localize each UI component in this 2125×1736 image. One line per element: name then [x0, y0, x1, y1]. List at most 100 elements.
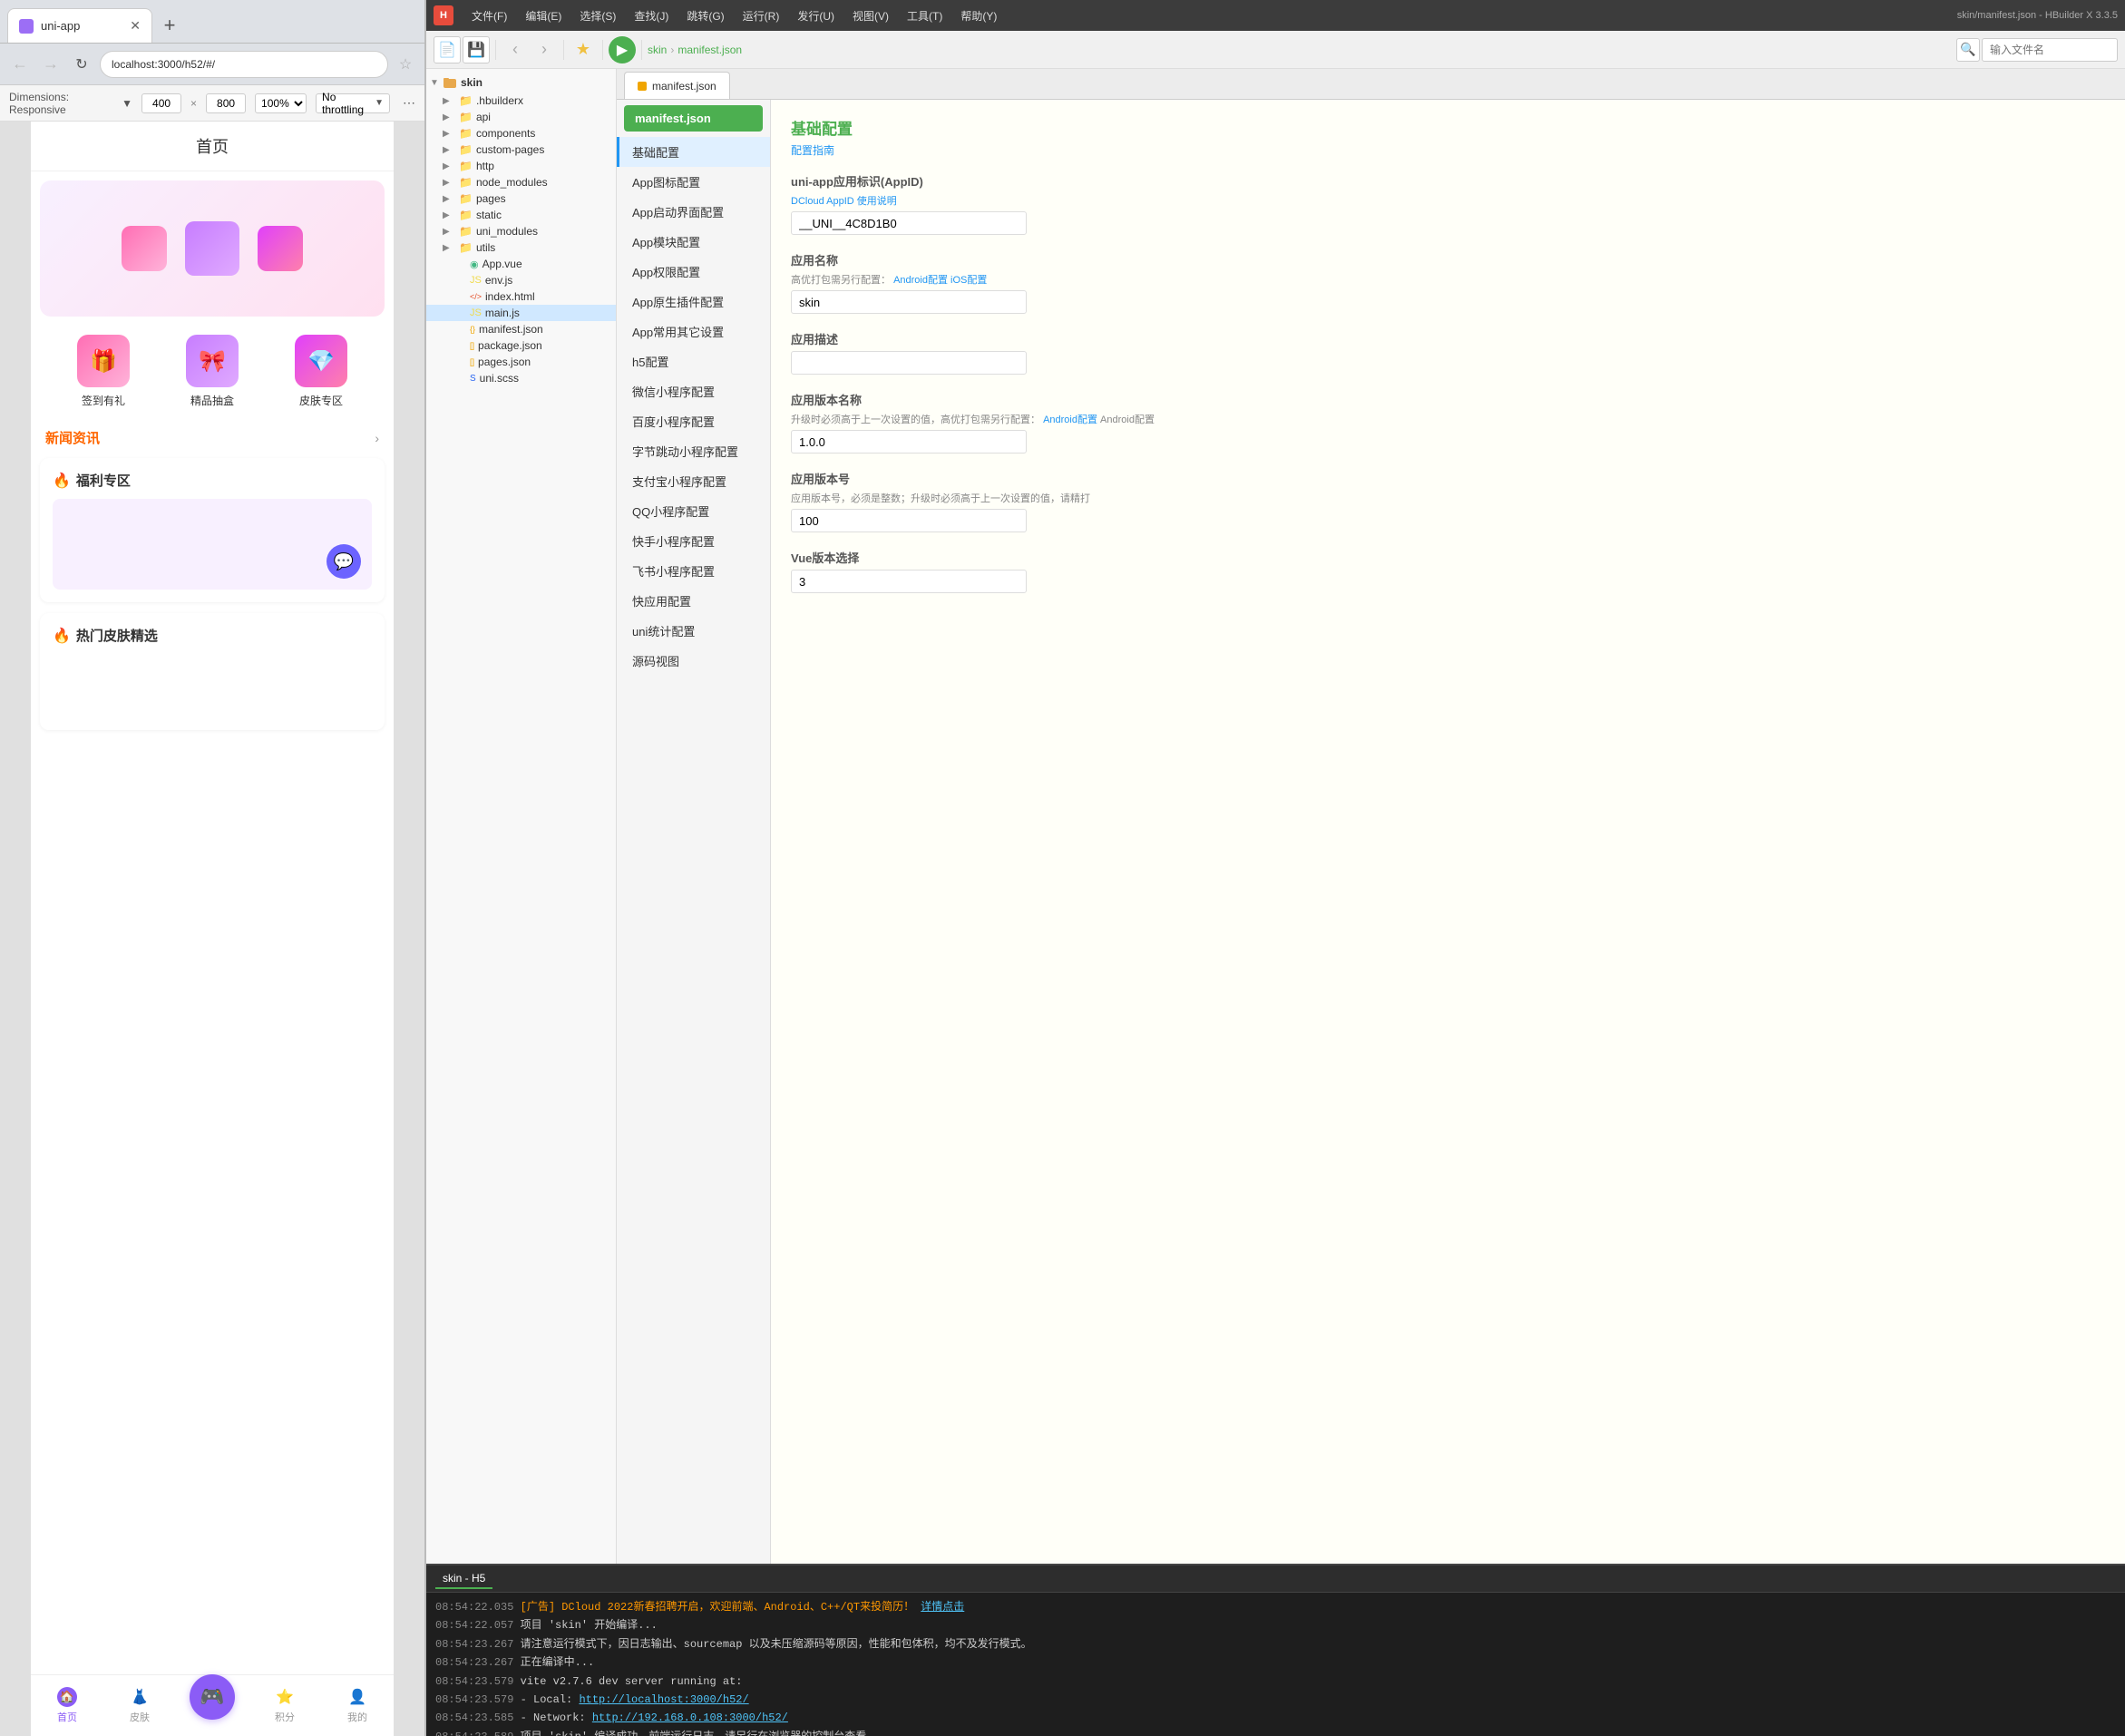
tree-item-uni-modules[interactable]: ▶ 📁 uni_modules: [426, 223, 616, 239]
manifest-nav-item-source[interactable]: 源码视图: [617, 646, 770, 676]
tree-item-node-modules[interactable]: ▶ 📁 node_modules: [426, 174, 616, 190]
reload-button[interactable]: ↻: [69, 52, 94, 77]
breadcrumb-root[interactable]: skin: [648, 44, 667, 56]
appname-android-link[interactable]: Android配置: [893, 275, 948, 286]
forward-button[interactable]: →: [38, 52, 63, 77]
height-input[interactable]: [206, 93, 246, 113]
float-button[interactable]: 💬: [327, 544, 361, 579]
manifest-nav-item-baidu[interactable]: 百度小程序配置: [617, 406, 770, 436]
manifest-nav-item-h5[interactable]: h5配置: [617, 346, 770, 376]
nav-center[interactable]: 🎮: [176, 1675, 249, 1736]
manifest-nav-item-kuaishou[interactable]: 快手小程序配置: [617, 526, 770, 556]
appid-link1[interactable]: DCloud AppID: [791, 196, 854, 207]
breadcrumb-file[interactable]: manifest.json: [677, 44, 742, 56]
app-scroll-area[interactable]: 🎁 签到有礼 🎀 精品抽盒 💎 皮肤专区: [31, 171, 394, 1736]
search-input[interactable]: [1982, 38, 2118, 62]
menu-item-find[interactable]: 查找(J): [625, 0, 677, 31]
manifest-nav-item-appsplash[interactable]: App启动界面配置: [617, 197, 770, 227]
tree-item-packagejson[interactable]: [] package.json: [426, 337, 616, 354]
appid-input[interactable]: [791, 211, 1027, 235]
icon-item-1[interactable]: 🎁 签到有礼: [77, 335, 130, 408]
news-arrow[interactable]: ›: [375, 431, 379, 445]
new-tab-button[interactable]: +: [156, 12, 183, 39]
menu-item-publish[interactable]: 发行(U): [788, 0, 843, 31]
tab-close-icon[interactable]: ✕: [130, 18, 141, 34]
manifest-nav-item-bytedance[interactable]: 字节跳动小程序配置: [617, 436, 770, 466]
appversionno-input[interactable]: [791, 509, 1027, 532]
manifest-nav-item-qq[interactable]: QQ小程序配置: [617, 496, 770, 526]
appid-link2[interactable]: 使用说明: [857, 196, 897, 207]
appname-input[interactable]: [791, 290, 1027, 314]
dimensions-dropdown-icon[interactable]: ▼: [122, 97, 132, 110]
star-button[interactable]: ☆: [394, 53, 417, 76]
tree-item-manifestjson[interactable]: {} manifest.json: [426, 321, 616, 337]
nav-home[interactable]: 🏠 首页: [31, 1675, 103, 1736]
menu-item-tools[interactable]: 工具(T): [898, 0, 951, 31]
icon-item-2[interactable]: 🎀 精品抽盒: [186, 335, 239, 408]
menu-item-help[interactable]: 帮助(Y): [951, 0, 1006, 31]
console-ad-link[interactable]: 详情点击: [921, 1601, 964, 1614]
tree-item-indexhtml[interactable]: </> index.html: [426, 288, 616, 305]
zoom-select[interactable]: 100% 75% 50%: [255, 93, 307, 113]
more-tools-icon[interactable]: ⋯: [403, 95, 415, 111]
manifest-nav-item-appnative[interactable]: App原生插件配置: [617, 287, 770, 317]
tree-item-pagesjson[interactable]: [] pages.json: [426, 354, 616, 370]
toolbar-btn-new[interactable]: 📄: [434, 36, 461, 63]
manifest-nav-item-feishu[interactable]: 飞书小程序配置: [617, 556, 770, 586]
tree-item-api[interactable]: ▶ 📁 api: [426, 109, 616, 125]
tree-root[interactable]: ▼ skin: [426, 73, 616, 93]
address-bar[interactable]: localhost:3000/h52/#/: [100, 51, 388, 78]
nav-skin[interactable]: 👗 皮肤: [103, 1675, 176, 1736]
toolbar-btn-save[interactable]: 💾: [463, 36, 490, 63]
tree-item-appvue[interactable]: ◉ App.vue: [426, 256, 616, 272]
menu-item-run[interactable]: 运行(R): [734, 0, 789, 31]
menu-item-select[interactable]: 选择(S): [570, 0, 625, 31]
menu-item-edit[interactable]: 编辑(E): [516, 0, 570, 31]
tree-item-static[interactable]: ▶ 📁 static: [426, 207, 616, 223]
manifest-nav-item-uni-stats[interactable]: uni统计配置: [617, 616, 770, 646]
menu-item-view[interactable]: 视图(V): [843, 0, 898, 31]
manifest-nav-item-alipay[interactable]: 支付宝小程序配置: [617, 466, 770, 496]
manifest-nav-item-quickapp[interactable]: 快应用配置: [617, 586, 770, 616]
manifest-nav-item-appmodule[interactable]: App模块配置: [617, 227, 770, 257]
manifest-nav-item-wechat[interactable]: 微信小程序配置: [617, 376, 770, 406]
manifest-nav-item-appicon[interactable]: App图标配置: [617, 167, 770, 197]
toolbar-btn-forward[interactable]: ›: [531, 36, 558, 63]
toolbar-btn-star[interactable]: ★: [570, 36, 597, 63]
tree-item-utils[interactable]: ▶ 📁 utils: [426, 239, 616, 256]
toolbar-btn-run[interactable]: ▶: [609, 36, 636, 63]
nav-mine[interactable]: 👤 我的: [321, 1675, 394, 1736]
tree-item-mainjs[interactable]: JS main.js: [426, 305, 616, 321]
appname-ios-link[interactable]: iOS配置: [950, 275, 987, 286]
console-local-link[interactable]: http://localhost:3000/h52/: [579, 1693, 748, 1706]
vue-input[interactable]: [791, 570, 1027, 593]
back-button[interactable]: ←: [7, 52, 33, 77]
manifest-config-link[interactable]: 配置指南: [791, 142, 2105, 158]
tree-item-components[interactable]: ▶ 📁 components: [426, 125, 616, 141]
console-body[interactable]: 08:54:22.035 [广告] DCloud 2022新春招聘开启，欢迎前端…: [426, 1593, 2125, 1736]
file-search-btn[interactable]: 🔍: [1956, 38, 1980, 62]
tree-item-envjs[interactable]: JS env.js: [426, 272, 616, 288]
editor-tab-manifest[interactable]: manifest.json: [624, 72, 730, 99]
appversion-android-link[interactable]: Android配置: [1043, 414, 1097, 425]
tree-item-http[interactable]: ▶ 📁 http: [426, 158, 616, 174]
tree-item-hbuilderx[interactable]: ▶ 📁 .hbuilderx: [426, 93, 616, 109]
menu-item-file[interactable]: 文件(F): [463, 0, 516, 31]
toolbar-btn-back[interactable]: ‹: [502, 36, 529, 63]
tree-item-custom-pages[interactable]: ▶ 📁 custom-pages: [426, 141, 616, 158]
manifest-nav-item-basic[interactable]: 基础配置: [617, 137, 770, 167]
browser-tab[interactable]: uni-app ✕: [7, 8, 152, 43]
icon-item-3[interactable]: 💎 皮肤专区: [295, 335, 347, 408]
throttling-select[interactable]: No throttling ▼: [316, 93, 390, 113]
width-input[interactable]: [141, 93, 181, 113]
manifest-nav-item-appperms[interactable]: App权限配置: [617, 257, 770, 287]
nav-points[interactable]: ⭐ 积分: [249, 1675, 321, 1736]
tree-item-uniscss[interactable]: S uni.scss: [426, 370, 616, 386]
console-tab-active[interactable]: skin - H5: [435, 1569, 492, 1589]
appversion-input[interactable]: [791, 430, 1027, 454]
appdesc-input[interactable]: [791, 351, 1027, 375]
menu-item-jump[interactable]: 跳转(G): [677, 0, 733, 31]
console-network-link[interactable]: http://192.168.0.108:3000/h52/: [592, 1712, 788, 1724]
tree-item-pages[interactable]: ▶ 📁 pages: [426, 190, 616, 207]
manifest-nav-item-appother[interactable]: App常用其它设置: [617, 317, 770, 346]
